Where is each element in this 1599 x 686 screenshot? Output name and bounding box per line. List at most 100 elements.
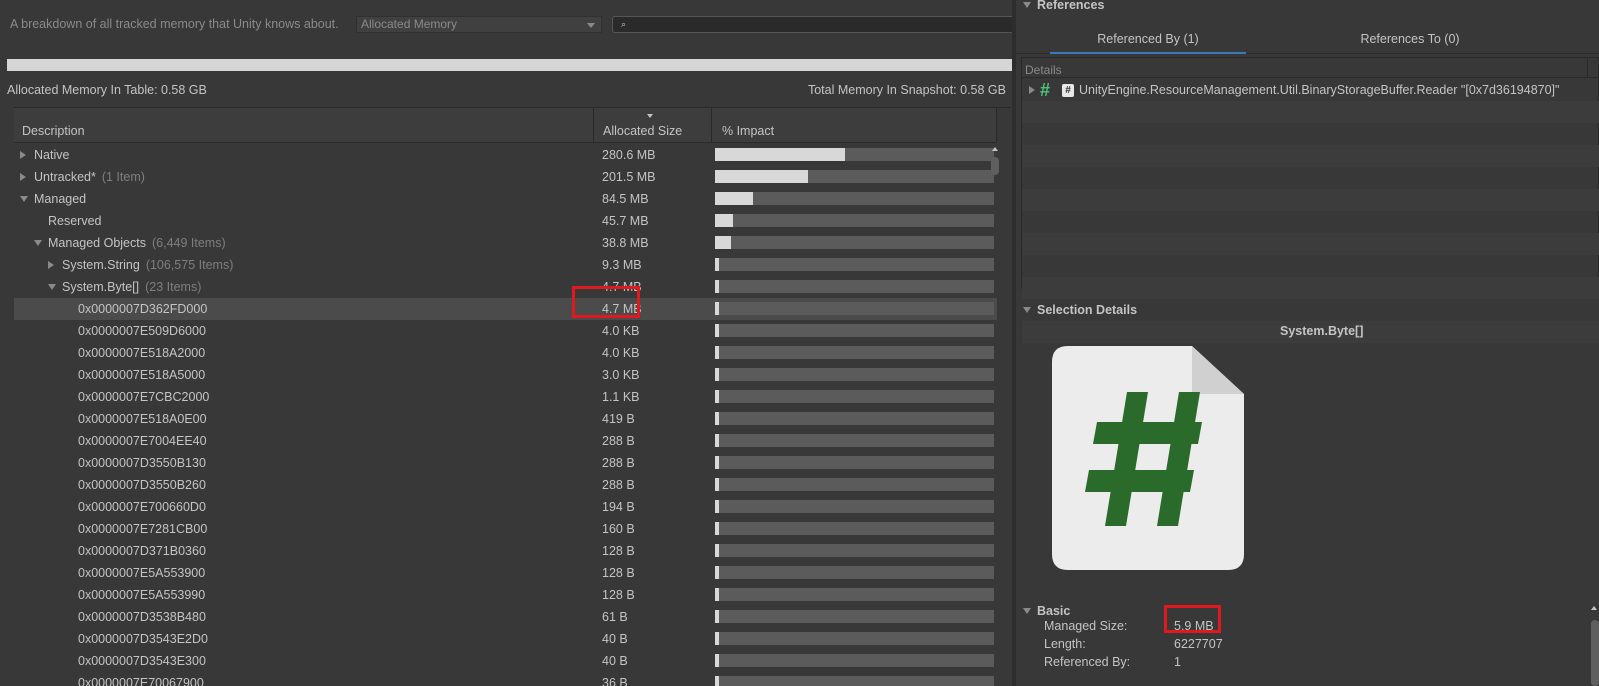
- row-item-count: (1 Item): [101, 170, 145, 184]
- table-row[interactable]: Native 280.6 MB: [14, 144, 997, 166]
- field-label: Managed Size:: [1044, 619, 1128, 633]
- row-name: 0x0000007D362FD000: [78, 302, 208, 316]
- selection-details-header[interactable]: Selection Details: [1016, 301, 1599, 321]
- table-row[interactable]: 0x0000007E7281CB00 160 B: [14, 518, 997, 540]
- row-allocated-size: 201.5 MB: [602, 170, 656, 184]
- scrollbar-thumb[interactable]: [1591, 620, 1599, 686]
- impact-bar-fill: [715, 544, 719, 557]
- table-row[interactable]: 0x0000007D362FD000 4.7 MB: [14, 298, 997, 320]
- row-name: 0x0000007D3538B480: [78, 610, 206, 624]
- column-header-allocated-size[interactable]: Allocated Size: [594, 108, 712, 143]
- expand-arrow-right-icon[interactable]: [20, 173, 26, 181]
- row-name: 0x0000007E70067900: [78, 676, 204, 686]
- table-row[interactable]: 0x0000007E518A5000 3.0 KB: [14, 364, 997, 386]
- table-row[interactable]: 0x0000007E518A0E00 419 B: [14, 408, 997, 430]
- expand-arrow-right-icon[interactable]: [48, 261, 54, 269]
- impact-bar-fill: [715, 390, 719, 403]
- row-description: 0x0000007E509D6000: [78, 324, 206, 338]
- expand-arrow-down-icon[interactable]: [20, 196, 28, 202]
- memory-table: Description Allocated Size % Impact Nati…: [14, 107, 1011, 686]
- empty-row: [1022, 211, 1599, 233]
- impact-bar: [715, 324, 994, 337]
- row-description: 0x0000007E5A553900: [78, 566, 205, 580]
- table-row[interactable]: System.String (106,575 Items) 9.3 MB: [14, 254, 997, 276]
- expand-arrow-down-icon[interactable]: [48, 284, 56, 290]
- table-row[interactable]: Managed 84.5 MB: [14, 188, 997, 210]
- impact-bar: [715, 192, 994, 205]
- references-section-header[interactable]: References: [1016, 0, 1599, 16]
- row-name: Untracked*: [34, 170, 96, 184]
- row-name: Managed: [34, 192, 87, 206]
- table-row[interactable]: 0x0000007D371B0360 128 B: [14, 540, 997, 562]
- row-name: 0x0000007E7CBC2000: [78, 390, 210, 404]
- expand-arrow-right-icon[interactable]: [20, 151, 26, 159]
- tab-referenced-by[interactable]: Referenced By (1): [1050, 28, 1246, 54]
- empty-row: [1022, 277, 1599, 299]
- table-row[interactable]: 0x0000007E70067900 36 B: [14, 672, 997, 686]
- impact-bar: [715, 148, 994, 161]
- row-description: 0x0000007E5A553990: [78, 588, 205, 602]
- impact-bar: [715, 236, 994, 249]
- table-row[interactable]: 0x0000007D3543E2D0 40 B: [14, 628, 997, 650]
- scrollbar-thumb[interactable]: [991, 157, 999, 175]
- table-row[interactable]: Reserved 45.7 MB: [14, 210, 997, 232]
- row-name: Native: [34, 148, 70, 162]
- details-panel: References Referenced By (1) References …: [1016, 0, 1599, 686]
- view-dropdown[interactable]: Allocated Memory: [356, 16, 602, 33]
- expand-arrow-right-icon[interactable]: [1029, 86, 1035, 94]
- row-name: 0x0000007E5A553900: [78, 566, 206, 580]
- table-row[interactable]: 0x0000007E509D6000 4.0 KB: [14, 320, 997, 342]
- impact-bar-fill: [715, 500, 719, 513]
- table-row[interactable]: System.Byte[] (23 Items) 4.7 MB: [14, 276, 997, 298]
- impact-bar-fill: [715, 456, 719, 469]
- table-row[interactable]: Untracked* (1 Item) 201.5 MB: [14, 166, 997, 188]
- table-row[interactable]: 0x0000007E518A2000 4.0 KB: [14, 342, 997, 364]
- impact-bar: [715, 588, 994, 601]
- field-value: 6227707: [1174, 637, 1223, 651]
- row-name: 0x0000007E518A5000: [78, 368, 206, 382]
- scroll-up-icon[interactable]: [992, 147, 998, 151]
- empty-row: [1022, 233, 1599, 255]
- table-row[interactable]: 0x0000007E5A553990 128 B: [14, 584, 997, 606]
- row-name: 0x0000007E7004EE40: [78, 434, 207, 448]
- table-row[interactable]: 0x0000007D3550B260 288 B: [14, 474, 997, 496]
- chevron-down-icon: [1023, 307, 1031, 313]
- column-divider: [1587, 58, 1588, 78]
- row-name: System.String: [62, 258, 140, 272]
- expand-arrow-down-icon[interactable]: [34, 240, 42, 246]
- table-row[interactable]: 0x0000007D3543E300 40 B: [14, 650, 997, 672]
- row-allocated-size: 1.1 KB: [602, 390, 640, 404]
- row-description: 0x0000007E7CBC2000: [78, 390, 209, 404]
- row-description: System.Byte[] (23 Items): [62, 280, 201, 294]
- table-row[interactable]: 0x0000007E7CBC2000 1.1 KB: [14, 386, 997, 408]
- row-allocated-size: 288 B: [602, 478, 635, 492]
- details-scrollbar[interactable]: [1591, 600, 1599, 686]
- table-row[interactable]: 0x0000007D3550B130 288 B: [14, 452, 997, 474]
- row-allocated-size: 194 B: [602, 500, 635, 514]
- search-input[interactable]: ⌕: [612, 16, 1016, 33]
- row-allocated-size: 38.8 MB: [602, 236, 649, 250]
- scroll-up-icon[interactable]: [1591, 606, 1597, 610]
- impact-bar: [715, 170, 994, 183]
- table-row[interactable]: 0x0000007E7004EE40 288 B: [14, 430, 997, 452]
- impact-bar-fill: [715, 412, 719, 425]
- impact-bar-fill: [715, 280, 719, 293]
- table-row[interactable]: 0x0000007E5A553900 128 B: [14, 562, 997, 584]
- table-row[interactable]: Managed Objects (6,449 Items) 38.8 MB: [14, 232, 997, 254]
- reference-row[interactable]: # # UnityEngine.ResourceManagement.Util.Bi…: [1022, 79, 1599, 101]
- impact-bar-fill: [715, 324, 719, 337]
- row-description: 0x0000007D371B0360: [78, 544, 206, 558]
- row-description: 0x0000007E7281CB00: [78, 522, 207, 536]
- tab-references-to[interactable]: References To (0): [1290, 28, 1530, 54]
- impact-bar-fill: [715, 588, 719, 601]
- table-row[interactable]: 0x0000007D3538B480 61 B: [14, 606, 997, 628]
- impact-bar-fill: [715, 258, 719, 271]
- csharp-script-icon: [1052, 346, 1244, 570]
- row-description: 0x0000007E518A2000: [78, 346, 205, 360]
- table-scrollbar[interactable]: [989, 143, 1001, 686]
- column-header-impact[interactable]: % Impact: [712, 108, 997, 143]
- column-header-description[interactable]: Description: [14, 108, 594, 143]
- impact-bar: [715, 522, 994, 535]
- impact-bar-fill: [715, 346, 719, 359]
- table-row[interactable]: 0x0000007E700660D0 194 B: [14, 496, 997, 518]
